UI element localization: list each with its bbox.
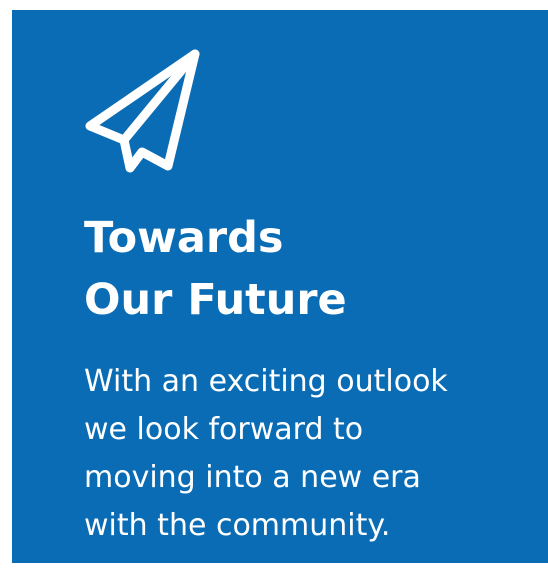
description-line-4: with the community. [84, 508, 391, 543]
description-line-3: moving into a new era [84, 460, 421, 495]
card-title: Towards Our Future [84, 207, 524, 331]
title-line-2: Our Future [84, 275, 347, 325]
title-line-1: Towards [84, 213, 284, 263]
card-description: With an exciting outlook we look forward… [84, 358, 524, 550]
description-line-2: we look forward to [84, 412, 364, 447]
feature-card: Towards Our Future With an exciting outl… [12, 10, 548, 563]
description-line-1: With an exciting outlook [84, 364, 448, 399]
paper-plane-icon [85, 49, 200, 173]
